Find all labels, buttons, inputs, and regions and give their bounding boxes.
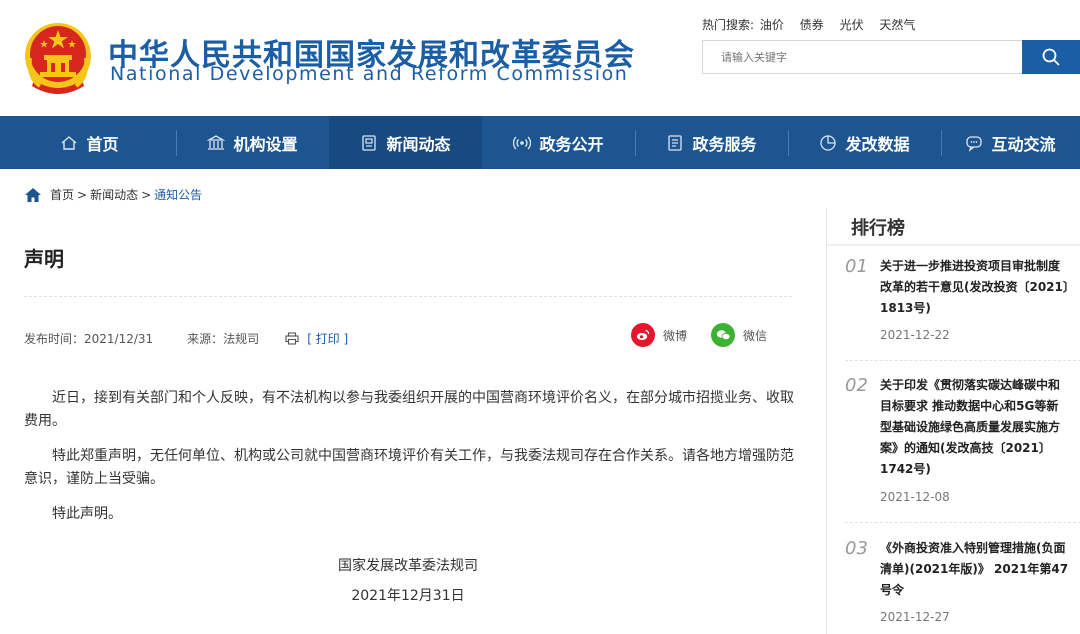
rank-date: 2021-12-08	[880, 490, 950, 504]
ranking-item[interactable]: 02 关于印发《贯彻落实碳达峰碳中和目标要求 推动数据中心和5G等新型基础设施绿…	[845, 375, 1080, 511]
breadcrumb-separator: >	[141, 187, 152, 202]
breadcrumb-separator: >	[77, 187, 88, 202]
home-icon	[24, 187, 42, 203]
main-nav: 首页 机构设置 新闻动态 政务公开 政务服务 发改数据 互动交流	[0, 116, 1080, 169]
nav-item-label: 政务公开	[539, 134, 604, 154]
rank-number: 01	[845, 256, 868, 277]
hot-search: 热门搜索: 油价 债券 光伏 天然气	[702, 16, 927, 33]
share-wechat-label: 微信	[743, 328, 768, 343]
wechat-icon	[711, 323, 735, 347]
article-sign-date: 2021年12月31日	[351, 588, 465, 604]
page-title: 声明	[24, 247, 64, 271]
hot-word-link[interactable]: 光伏	[840, 18, 864, 32]
ranking-item[interactable]: 01 关于进一步推进投资项目审批制度改革的若干意见(发改投资〔2021〕1813…	[845, 256, 1080, 356]
nav-item-services[interactable]: 政务服务	[635, 116, 788, 169]
divider	[845, 522, 1080, 523]
news-icon	[360, 134, 378, 152]
search-icon	[1042, 48, 1060, 66]
weibo-icon	[631, 323, 655, 347]
breadcrumb-current[interactable]: 通知公告	[154, 186, 202, 203]
site-title-en[interactable]: National Development and Reform Commissi…	[110, 63, 628, 85]
share-weibo-label: 微博	[663, 328, 688, 343]
share-weibo-button[interactable]: 微博	[631, 323, 687, 347]
search-input[interactable]	[703, 41, 1022, 73]
hot-word-link[interactable]: 油价	[760, 18, 784, 32]
hot-word-link[interactable]: 天然气	[879, 18, 915, 32]
nav-item-organization[interactable]: 机构设置	[176, 116, 329, 169]
nav-item-label: 首页	[86, 134, 119, 154]
document-icon	[666, 134, 684, 152]
printer-icon	[285, 332, 299, 345]
nav-item-label: 发改数据	[845, 134, 910, 154]
ranking-sidebar: 排行榜 01 关于进一步推进投资项目审批制度改革的若干意见(发改投资〔2021〕…	[826, 208, 1080, 634]
divider	[24, 296, 792, 297]
publish-time: 发布时间：2021/12/31	[24, 332, 154, 346]
rank-date: 2021-12-27	[880, 610, 950, 624]
article-source: 来源：法规司	[187, 332, 260, 346]
search-box	[702, 40, 1022, 74]
rank-title[interactable]: 关于进一步推进投资项目审批制度改革的若干意见(发改投资〔2021〕1813号)	[880, 256, 1070, 319]
nav-item-government-affairs[interactable]: 政务公开	[482, 116, 635, 169]
nav-item-interaction[interactable]: 互动交流	[941, 116, 1080, 169]
divider	[827, 244, 1080, 246]
hot-word-link[interactable]: 债券	[800, 18, 824, 32]
article-paragraph: 近日，接到有关部门和个人反映，有不法机构以参与我委组织开展的中国营商环境评价名义…	[24, 390, 794, 429]
nav-item-label: 新闻动态	[386, 134, 451, 154]
article-signature: 国家发展改革委法规司	[338, 558, 478, 574]
national-emblem-icon[interactable]	[22, 18, 94, 96]
home-icon	[60, 134, 78, 152]
article-paragraph: 特此郑重声明，无任何单位、机构或公司就中国营商环境评价有关工作，与我委法规司存在…	[24, 448, 794, 487]
rank-title[interactable]: 关于印发《贯彻落实碳达峰碳中和目标要求 推动数据中心和5G等新型基础设施绿色高质…	[880, 375, 1070, 480]
rank-date: 2021-12-22	[880, 328, 950, 342]
search-button[interactable]	[1022, 40, 1080, 74]
nav-item-home[interactable]: 首页	[13, 116, 166, 169]
print-label: [ 打印 ]	[307, 332, 349, 346]
ranking-item[interactable]: 03 《外商投资准入特别管理措施(负面清单)(2021年版)》 2021年第47…	[845, 538, 1080, 634]
article-meta: 发布时间：2021/12/31 来源：法规司 [ 打印 ]	[24, 330, 348, 347]
nav-item-label: 机构设置	[233, 134, 298, 154]
share-wechat-button[interactable]: 微信	[711, 323, 767, 347]
print-button[interactable]: [ 打印 ]	[285, 330, 348, 347]
breadcrumb-news-link[interactable]: 新闻动态	[90, 186, 138, 203]
article-body: 近日，接到有关部门和个人反映，有不法机构以参与我委组织开展的中国营商环境评价名义…	[24, 387, 794, 538]
building-icon	[207, 134, 226, 152]
breadcrumb-home-link[interactable]: 首页	[50, 186, 74, 203]
nav-item-label: 互动交流	[991, 134, 1056, 154]
nav-item-data[interactable]: 发改数据	[788, 116, 941, 169]
rank-number: 02	[845, 375, 868, 396]
rank-number: 03	[845, 538, 868, 559]
rank-title[interactable]: 《外商投资准入特别管理措施(负面清单)(2021年版)》 2021年第47号令	[880, 538, 1070, 601]
nav-item-label: 政务服务	[692, 134, 757, 154]
hot-search-label: 热门搜索:	[702, 18, 755, 32]
pie-chart-icon	[819, 134, 837, 152]
divider	[845, 360, 1080, 361]
nav-item-news[interactable]: 新闻动态	[329, 116, 482, 169]
broadcast-icon	[513, 134, 532, 152]
breadcrumb: 首页 > 新闻动态 > 通知公告	[24, 186, 202, 203]
chat-icon	[965, 134, 983, 152]
ranking-title: 排行榜	[851, 218, 905, 239]
site-header: 中华人民共和国国家发展和改革委员会 National Development a…	[0, 0, 1080, 116]
article-paragraph: 特此声明。	[52, 506, 122, 522]
